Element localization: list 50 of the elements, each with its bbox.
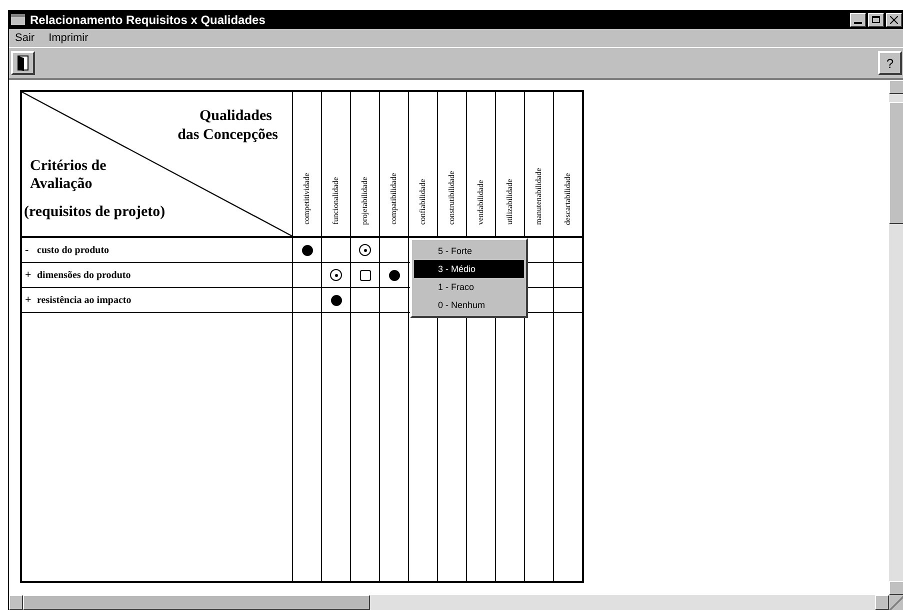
column-header: vendabilidade <box>475 179 486 227</box>
column-header: competitividade <box>301 172 312 227</box>
header-text: das Concepções <box>178 127 278 144</box>
column-header: compatibilidade <box>388 172 399 227</box>
app-icon <box>11 14 25 25</box>
maximize-button[interactable] <box>868 12 884 26</box>
empty-square-icon <box>360 270 370 281</box>
header-text: Critérios de <box>30 158 106 175</box>
scrollbar-thumb[interactable] <box>889 102 903 224</box>
column-header: construtibilidade <box>446 170 457 227</box>
minimize-button[interactable] <box>850 12 866 26</box>
menu-item[interactable]: Sair <box>15 32 35 44</box>
dotted-circle-icon <box>359 244 371 256</box>
menu-item[interactable]: 1 - Fraco <box>414 278 524 296</box>
menu-item[interactable]: Imprimir <box>48 32 88 44</box>
close-button[interactable] <box>886 12 902 26</box>
filled-circle-icon <box>330 294 342 306</box>
expander-toggle[interactable]: - <box>25 244 37 256</box>
scroll-up-button[interactable] <box>889 80 903 94</box>
menu-item[interactable]: 0 - Nenhum <box>414 296 524 314</box>
column-header: confiabilidade <box>417 178 428 227</box>
resize-grip[interactable] <box>889 595 903 610</box>
menu-item[interactable]: 5 - Forte <box>414 242 524 260</box>
row-label: resistência ao impacto <box>37 295 132 306</box>
scroll-down-button[interactable] <box>889 581 903 595</box>
exit-button[interactable] <box>11 51 35 75</box>
window-title: Relacionamento Requisitos x Qualidades <box>30 12 266 26</box>
column-header: manutenabilidade <box>533 167 544 227</box>
scrollbar-thumb[interactable] <box>23 595 370 610</box>
menu-item[interactable]: 3 - Médio <box>414 260 524 278</box>
horizontal-scrollbar[interactable] <box>9 595 889 610</box>
column-header: utilizabilidade <box>504 178 515 227</box>
header-text: Avaliação <box>30 176 92 193</box>
column-header: descartabilidade <box>562 172 573 227</box>
expander-toggle[interactable]: + <box>25 294 37 306</box>
expander-toggle[interactable]: + <box>25 269 37 281</box>
scroll-right-button[interactable] <box>875 595 889 610</box>
filled-circle-icon <box>388 270 400 281</box>
header-text: (requisitos de projeto) <box>24 204 166 221</box>
dotted-circle-icon <box>330 269 342 282</box>
vertical-scrollbar[interactable] <box>889 80 903 595</box>
filled-circle-icon <box>302 244 312 256</box>
header-text: Qualidades <box>199 108 272 125</box>
scroll-left-button[interactable] <box>9 595 23 610</box>
door-icon <box>17 55 29 71</box>
help-button[interactable]: ? <box>878 51 902 75</box>
row-label: dimensões do produto <box>37 270 131 281</box>
row-label: custo do produto <box>37 245 110 256</box>
column-header: projetabilidade <box>359 176 370 227</box>
column-header: funcionalidade <box>330 176 341 227</box>
